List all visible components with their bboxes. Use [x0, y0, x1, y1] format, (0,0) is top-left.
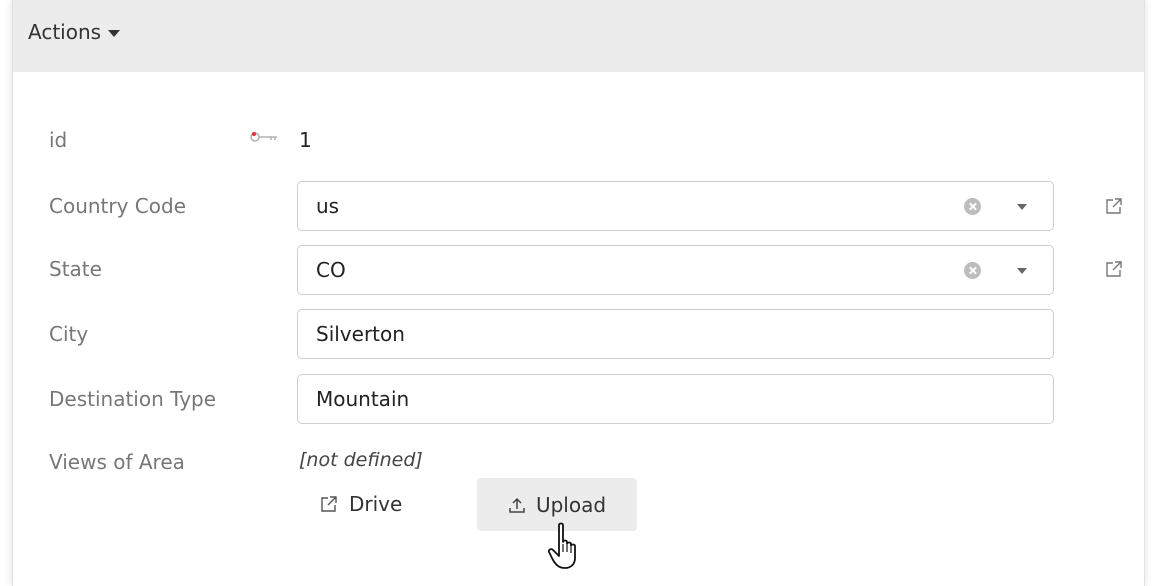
chevron-down-icon[interactable]: [1017, 204, 1027, 210]
views-of-area-label: Views of Area: [49, 450, 185, 474]
chevron-down-icon[interactable]: [1017, 268, 1027, 274]
external-link-icon[interactable]: [1104, 196, 1124, 216]
upload-icon: [509, 497, 525, 513]
actions-dropdown-button[interactable]: Actions: [28, 18, 121, 46]
city-value: Silverton: [316, 322, 405, 346]
actions-bar: Actions: [13, 0, 1144, 72]
external-link-icon[interactable]: [1104, 259, 1124, 279]
hand-pointer-cursor-icon: [548, 522, 576, 569]
actions-label: Actions: [28, 20, 102, 44]
city-input[interactable]: Silverton: [297, 309, 1054, 359]
destination-type-value: Mountain: [316, 387, 410, 411]
state-select[interactable]: CO: [297, 245, 1054, 295]
upload-label: Upload: [535, 492, 607, 517]
state-label: State: [49, 257, 102, 281]
external-link-icon: [321, 496, 337, 512]
destination-type-label: Destination Type: [49, 387, 217, 411]
primary-key-icon: [250, 132, 277, 142]
caret-down-icon: [108, 29, 121, 37]
drive-link[interactable]: Drive: [319, 490, 402, 518]
city-label: City: [49, 322, 89, 346]
views-of-area-value: [not defined]: [299, 449, 423, 471]
clear-icon[interactable]: [964, 198, 981, 215]
state-value: CO: [316, 258, 346, 282]
country-code-select[interactable]: us: [297, 181, 1054, 231]
country-code-label: Country Code: [49, 194, 187, 218]
record-panel: Actions id 1 Country Code us State CO Ci…: [12, 0, 1145, 586]
clear-icon[interactable]: [964, 262, 981, 279]
country-code-value: us: [316, 194, 340, 218]
drive-label: Drive: [349, 492, 403, 516]
id-value: 1: [299, 128, 312, 152]
id-label: id: [49, 128, 68, 152]
destination-type-input[interactable]: Mountain: [297, 374, 1054, 424]
